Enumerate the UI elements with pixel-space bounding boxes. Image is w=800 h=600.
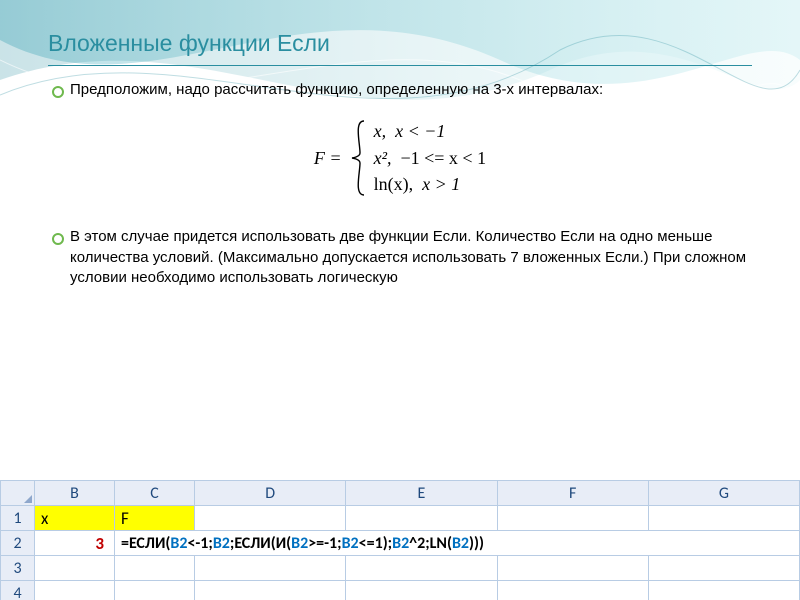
formula-block: F = x, x < −1 x², <box>48 110 752 209</box>
cell-C3[interactable] <box>115 556 195 581</box>
content-area: Вложенные функции Если Предположим, надо… <box>0 0 800 308</box>
cell-E4[interactable] <box>346 581 497 600</box>
bullet-2: В этом случае придется использовать две … <box>48 227 752 288</box>
slide-title: Вложенные функции Если <box>48 30 752 57</box>
col-header-B[interactable]: B <box>35 481 115 506</box>
brace-icon <box>346 118 370 198</box>
row-header-3[interactable]: 3 <box>1 556 35 581</box>
row-header-1[interactable]: 1 <box>1 506 35 531</box>
cell-G4[interactable] <box>648 581 799 600</box>
col-header-C[interactable]: C <box>115 481 195 506</box>
excel-header-row: B C D E F G <box>1 481 800 506</box>
select-all-corner[interactable] <box>1 481 35 506</box>
title-underline <box>48 65 752 66</box>
formula-lhs: F = <box>310 118 346 198</box>
col-header-F[interactable]: F <box>497 481 648 506</box>
bullet-list: Предположим, надо рассчитать функцию, оп… <box>48 80 752 100</box>
cell-G1[interactable] <box>648 506 799 531</box>
excel-row-4: 4 <box>1 581 800 600</box>
excel-screenshot: B C D E F G 1 x F 2 3 =ЕСЛИ(B2<-1;B2; <box>0 480 800 600</box>
formula-case-2: x², −1 <= x < 1 <box>370 145 491 172</box>
cell-B2[interactable]: 3 <box>35 531 115 556</box>
cell-G3[interactable] <box>648 556 799 581</box>
bullet-1: Предположим, надо рассчитать функцию, оп… <box>48 80 752 100</box>
formula-case-3: ln(x), x > 1 <box>370 172 491 199</box>
cell-F3[interactable] <box>497 556 648 581</box>
cell-F1[interactable] <box>497 506 648 531</box>
col-header-G[interactable]: G <box>648 481 799 506</box>
cell-B3[interactable] <box>35 556 115 581</box>
formula-case-1: x, x < −1 <box>370 118 491 145</box>
cell-F4[interactable] <box>497 581 648 600</box>
cell-D3[interactable] <box>195 556 346 581</box>
row-header-2[interactable]: 2 <box>1 531 35 556</box>
cell-E3[interactable] <box>346 556 497 581</box>
cell-C4[interactable] <box>115 581 195 600</box>
slide: Вложенные функции Если Предположим, надо… <box>0 0 800 600</box>
cell-C2-formula[interactable]: =ЕСЛИ(B2<-1;B2;ЕСЛИ(И(B2>=-1;B2<=1);B2^2… <box>115 531 800 556</box>
cell-D1[interactable] <box>195 506 346 531</box>
bullet-list-2: В этом случае придется использовать две … <box>48 227 752 288</box>
cell-C1[interactable]: F <box>115 506 195 531</box>
excel-row-1: 1 x F <box>1 506 800 531</box>
col-header-E[interactable]: E <box>346 481 497 506</box>
cell-E1[interactable] <box>346 506 497 531</box>
cell-B1[interactable]: x <box>35 506 115 531</box>
excel-row-3: 3 <box>1 556 800 581</box>
col-header-D[interactable]: D <box>195 481 346 506</box>
row-header-4[interactable]: 4 <box>1 581 35 600</box>
excel-row-2: 2 3 =ЕСЛИ(B2<-1;B2;ЕСЛИ(И(B2>=-1;B2<=1);… <box>1 531 800 556</box>
cell-B4[interactable] <box>35 581 115 600</box>
cell-D4[interactable] <box>195 581 346 600</box>
